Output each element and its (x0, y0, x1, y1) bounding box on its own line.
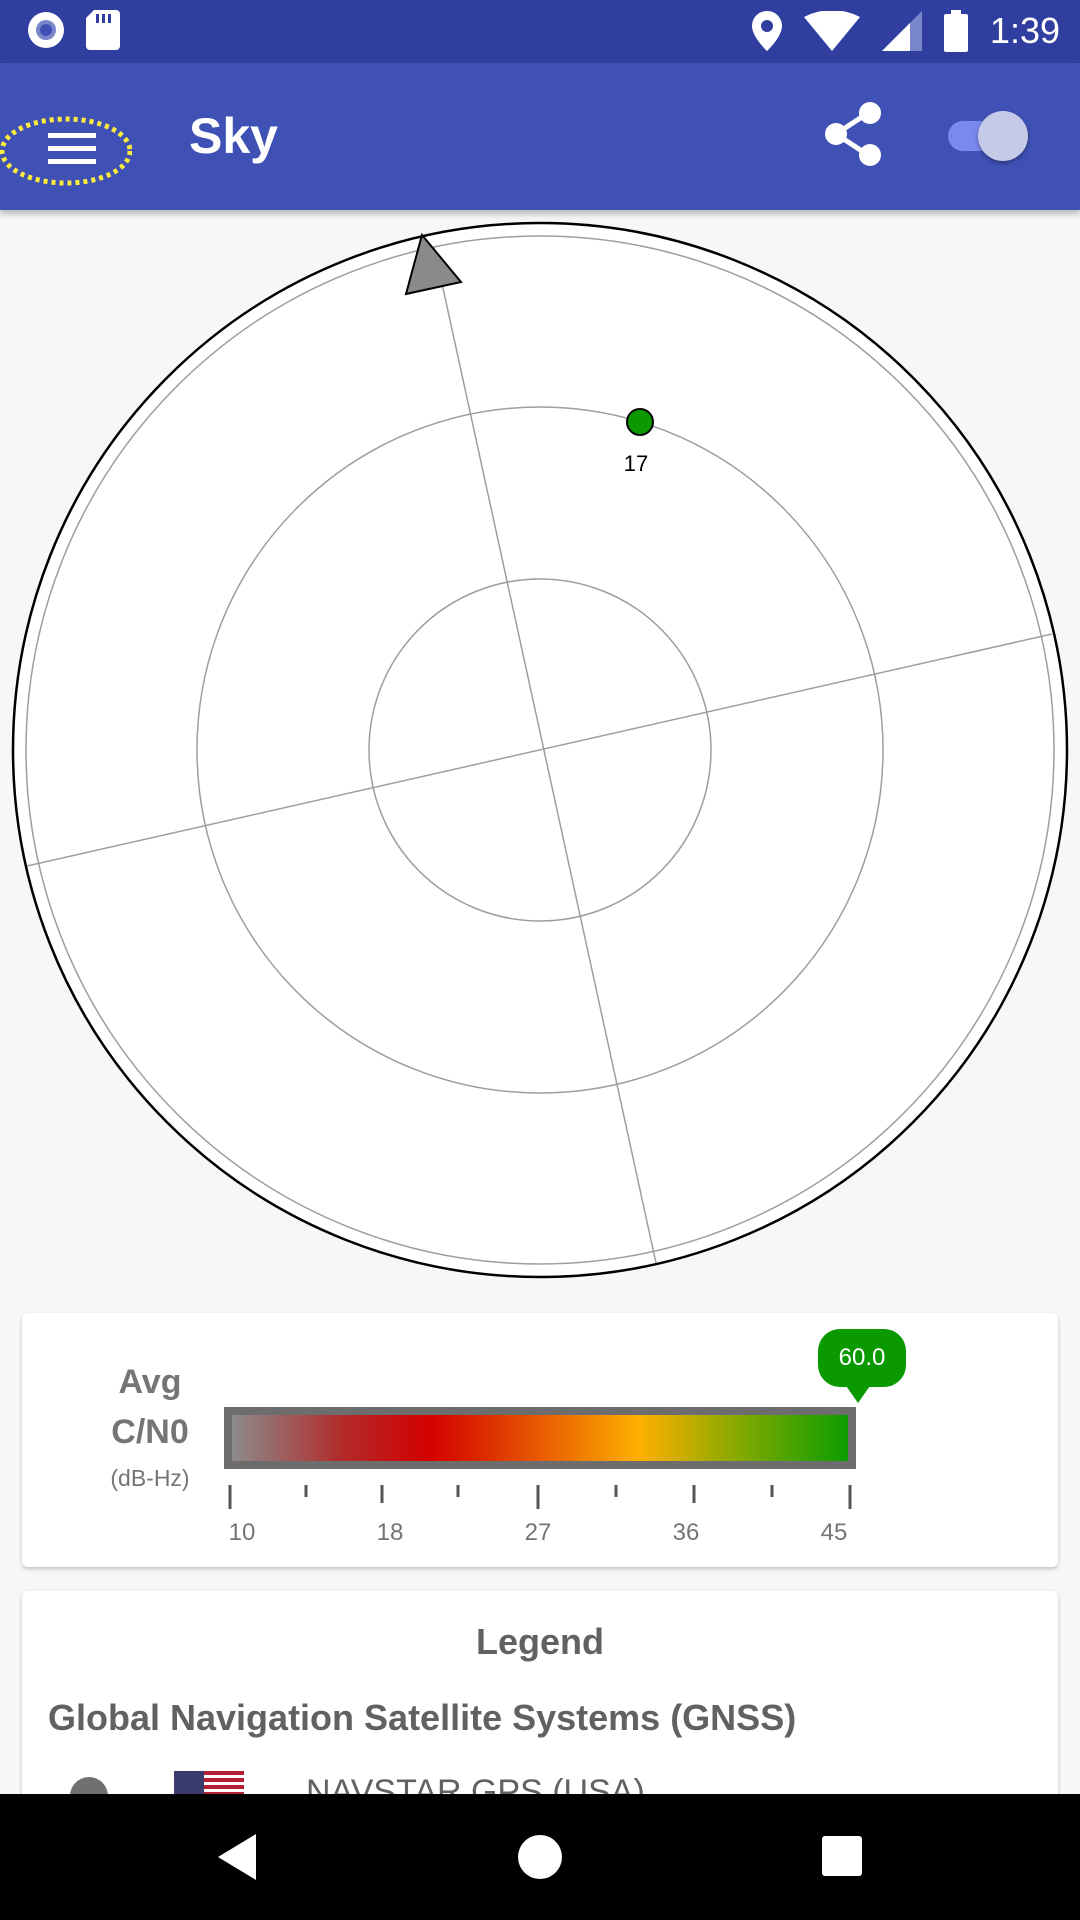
legend-title: Legend (475, 1621, 604, 1662)
cn0-tick-label: 36 (672, 1519, 700, 1546)
app-bar: Sky (0, 63, 1080, 210)
satellite-dot (626, 408, 654, 436)
cn0-card: Avg C/N0 (dB-Hz) 10 18 27 36 45 60.0 (22, 1313, 1058, 1567)
wifi-icon (803, 11, 860, 51)
cn0-tick-label: 18 (376, 1519, 404, 1546)
sky-plot: 17 (0, 210, 1080, 1290)
navigation-bar (0, 1794, 1080, 1920)
page-title: Sky (189, 108, 278, 164)
location-icon (751, 11, 782, 51)
cn0-value-badge: 60.0 (818, 1329, 906, 1387)
back-icon[interactable] (210, 1824, 276, 1890)
record-icon (28, 12, 64, 48)
status-time: 1:39 (989, 10, 1060, 51)
sky-plot-canvas: 17 (11, 221, 1069, 1279)
cn0-tick-label: 45 (820, 1519, 848, 1546)
tracking-toggle[interactable] (944, 109, 1030, 161)
share-icon (825, 102, 881, 166)
menu-button[interactable] (0, 115, 133, 187)
toggle-thumb (978, 111, 1028, 161)
home-icon[interactable] (507, 1824, 573, 1890)
legend-gnss-heading: Global Navigation Satellite Systems (GNS… (48, 1697, 797, 1738)
share-button[interactable] (818, 99, 888, 169)
hamburger-menu-icon (0, 116, 133, 186)
sd-card-icon (86, 10, 120, 50)
status-bar: 1:39 (0, 0, 1080, 63)
battery-icon (943, 10, 968, 52)
cn0-tick-label: 27 (524, 1519, 552, 1546)
recents-icon[interactable] (810, 1824, 876, 1890)
cn0-tick-label: 10 (228, 1519, 256, 1546)
satellite-label: 17 (624, 451, 648, 476)
cell-signal-icon (881, 11, 922, 51)
